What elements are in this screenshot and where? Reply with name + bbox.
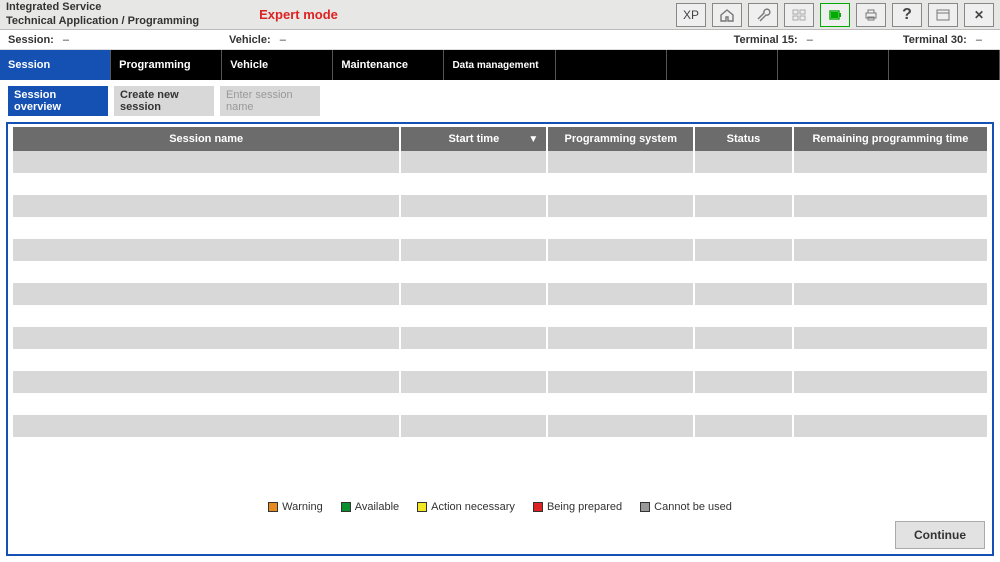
- legend-prepared: Being prepared: [533, 501, 622, 513]
- table-row[interactable]: [13, 173, 987, 195]
- tab-empty: [889, 50, 1000, 80]
- content-frame: Session name Start time ▼ Programming sy…: [6, 122, 994, 556]
- app-header: Integrated Service Technical Application…: [0, 0, 1000, 30]
- table-row[interactable]: [13, 371, 987, 393]
- app-title-line1: Integrated Service: [6, 1, 199, 14]
- print-icon: [863, 8, 879, 22]
- info-bar: Session: – Vehicle: – Terminal 15: – Ter…: [0, 30, 1000, 50]
- app-title-line2: Technical Application / Programming: [6, 15, 199, 28]
- mode-label: Expert mode: [259, 7, 338, 22]
- info-t15-value: –: [807, 34, 813, 46]
- info-session-label: Session:: [8, 34, 54, 46]
- square-icon: [417, 502, 427, 512]
- table-row[interactable]: [13, 151, 987, 173]
- th-status[interactable]: Status: [695, 127, 792, 151]
- table-row[interactable]: [13, 415, 987, 437]
- grid-button[interactable]: [784, 3, 814, 27]
- app-title: Integrated Service Technical Application…: [6, 1, 199, 27]
- sub-tabs: Session overview Create new session Ente…: [0, 80, 1000, 122]
- table-row[interactable]: [13, 261, 987, 283]
- xp-button[interactable]: XP: [676, 3, 706, 27]
- grid-icon: [791, 8, 807, 22]
- wrench-icon: [755, 8, 771, 22]
- table-row[interactable]: [13, 195, 987, 217]
- info-t15: Terminal 15: –: [734, 34, 813, 46]
- tab-empty: [667, 50, 778, 80]
- settings-button[interactable]: [748, 3, 778, 27]
- info-t30-label: Terminal 30:: [903, 34, 967, 46]
- table-row[interactable]: [13, 437, 987, 459]
- legend-prepared-label: Being prepared: [547, 501, 622, 513]
- th-start-time[interactable]: Start time ▼: [401, 127, 546, 151]
- tab-empty: [778, 50, 889, 80]
- square-icon: [640, 502, 650, 512]
- info-vehicle: Vehicle: –: [229, 34, 286, 46]
- table-row[interactable]: [13, 393, 987, 415]
- info-session: Session: –: [8, 34, 69, 46]
- legend-cannot-label: Cannot be used: [654, 501, 732, 513]
- legend-cannot: Cannot be used: [640, 501, 732, 513]
- square-icon: [268, 502, 278, 512]
- info-t30: Terminal 30: –: [903, 34, 982, 46]
- main-nav: Session Programming Vehicle Maintenance …: [0, 50, 1000, 80]
- home-button[interactable]: [712, 3, 742, 27]
- table-row[interactable]: [13, 305, 987, 327]
- square-icon: [533, 502, 543, 512]
- info-vehicle-value: –: [280, 34, 286, 46]
- th-session-name[interactable]: Session name: [13, 127, 399, 151]
- tab-programming[interactable]: Programming: [111, 50, 222, 80]
- tab-session[interactable]: Session: [0, 50, 111, 80]
- subtab-create-session[interactable]: Create new session: [114, 86, 214, 116]
- info-session-value: –: [63, 34, 69, 46]
- window-button[interactable]: [928, 3, 958, 27]
- legend-available-label: Available: [355, 501, 399, 513]
- table-row[interactable]: [13, 327, 987, 349]
- footer: Continue: [11, 515, 989, 551]
- home-icon: [719, 8, 735, 22]
- sort-desc-icon: ▼: [528, 134, 538, 145]
- tab-vehicle[interactable]: Vehicle: [222, 50, 333, 80]
- close-button[interactable]: ✕: [964, 3, 994, 27]
- th-start-time-label: Start time: [448, 133, 499, 145]
- square-icon: [341, 502, 351, 512]
- table-row[interactable]: [13, 217, 987, 239]
- tab-empty: [556, 50, 667, 80]
- print-button[interactable]: [856, 3, 886, 27]
- info-t30-value: –: [976, 34, 982, 46]
- legend: Warning Available Action necessary Being…: [11, 497, 989, 515]
- continue-button[interactable]: Continue: [895, 521, 985, 549]
- subtab-session-overview[interactable]: Session overview: [8, 86, 108, 116]
- legend-action: Action necessary: [417, 501, 515, 513]
- session-table-wrap: Session name Start time ▼ Programming sy…: [11, 127, 989, 497]
- session-tbody: [13, 151, 987, 459]
- battery-button[interactable]: [820, 3, 850, 27]
- help-button[interactable]: ?: [892, 3, 922, 27]
- tab-data-management[interactable]: Data management: [444, 50, 555, 80]
- th-remaining-time[interactable]: Remaining programming time: [794, 127, 987, 151]
- table-row[interactable]: [13, 349, 987, 371]
- th-programming-system[interactable]: Programming system: [548, 127, 693, 151]
- subtab-enter-name: Enter session name: [220, 86, 320, 116]
- legend-warning: Warning: [268, 501, 323, 513]
- legend-action-label: Action necessary: [431, 501, 515, 513]
- battery-icon: [827, 8, 843, 22]
- legend-warning-label: Warning: [282, 501, 323, 513]
- window-icon: [935, 8, 951, 22]
- tab-maintenance[interactable]: Maintenance: [333, 50, 444, 80]
- table-row[interactable]: [13, 239, 987, 261]
- info-t15-label: Terminal 15:: [734, 34, 798, 46]
- info-vehicle-label: Vehicle:: [229, 34, 271, 46]
- table-row[interactable]: [13, 283, 987, 305]
- legend-available: Available: [341, 501, 399, 513]
- session-table: Session name Start time ▼ Programming sy…: [11, 127, 989, 459]
